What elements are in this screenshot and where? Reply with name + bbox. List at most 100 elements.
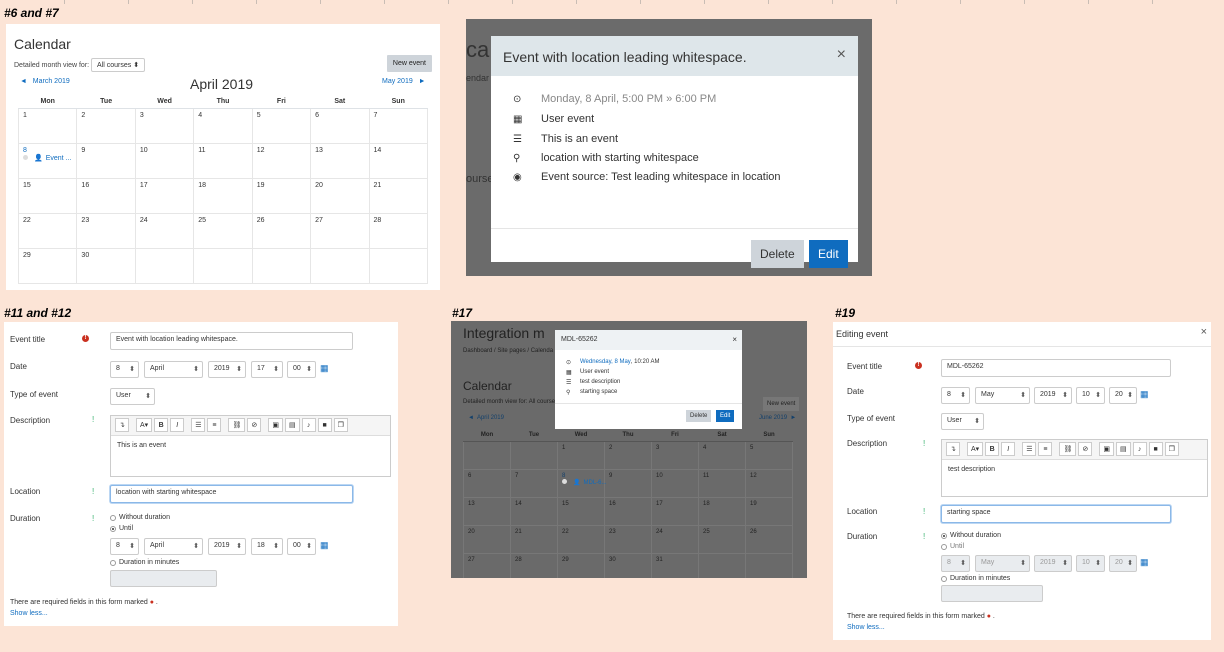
show-less-link[interactable]: Show less...	[847, 624, 885, 631]
until-radio[interactable]: Until	[110, 525, 133, 532]
calendar-day-cell[interactable]	[310, 247, 370, 284]
description-editor[interactable]: ↴ A▾ B I ☰ ≡ ⛓ ⊘ ▣ ▤ ♪ ■ ❐ This is an ev…	[110, 415, 391, 477]
minute-select[interactable]: 20	[1109, 387, 1137, 404]
copy-icon[interactable]: ❐	[333, 418, 348, 432]
calendar-day-cell[interactable]: 27	[310, 212, 370, 249]
calendar-day-cell[interactable]: 9	[76, 142, 136, 179]
calendar-day-cell[interactable]: 1	[557, 440, 605, 470]
calendar-day-cell[interactable]: 30	[76, 247, 136, 284]
month-select[interactable]: April	[144, 361, 203, 378]
edit-button[interactable]: Edit	[716, 410, 735, 422]
calendar-day-cell[interactable]	[368, 247, 429, 284]
bullet-list-icon[interactable]: ☰	[1022, 442, 1037, 456]
bold-icon[interactable]: B	[154, 418, 169, 432]
calendar-day-cell[interactable]: 11	[193, 142, 253, 179]
duration-minutes-radio[interactable]: Duration in minutes	[941, 575, 1010, 582]
until-minute-select[interactable]: 20	[1109, 555, 1137, 572]
course-select[interactable]: All courses	[529, 399, 558, 405]
calendar-day-cell[interactable]: 6	[463, 468, 511, 498]
until-radio[interactable]: Until	[941, 543, 964, 550]
calendar-day-cell[interactable]: 20	[310, 177, 370, 214]
calendar-day-cell[interactable]: 8 👤 Event ...	[17, 142, 78, 179]
prev-month-link[interactable]: ◄ April 2019	[468, 415, 504, 421]
calendar-day-cell[interactable]: 26	[251, 212, 312, 249]
until-year-select[interactable]: 2019	[1034, 555, 1072, 572]
help-icon[interactable]: !	[92, 415, 94, 424]
calendar-day-cell[interactable]: 15	[17, 177, 78, 214]
collapse-icon[interactable]: ↴	[946, 442, 960, 456]
event-date-link[interactable]: Wednesday, 8 May	[580, 359, 631, 366]
video-icon[interactable]: ■	[317, 418, 332, 432]
year-select[interactable]: 2019	[1034, 387, 1072, 404]
calendar-day-cell[interactable]: 21	[368, 177, 429, 214]
calendar-day-cell[interactable]	[745, 552, 793, 578]
location-input[interactable]: location with starting whitespace	[110, 485, 353, 503]
type-select[interactable]: User	[110, 388, 155, 405]
calendar-day-cell[interactable]: 23	[604, 524, 652, 554]
calendar-day-cell[interactable]: 26	[745, 524, 793, 554]
close-icon[interactable]: ×	[1201, 326, 1207, 338]
calendar-day-cell[interactable]: 30	[604, 552, 652, 578]
show-less-link[interactable]: Show less...	[10, 610, 48, 617]
calendar-day-cell[interactable]: 12	[251, 142, 312, 179]
font-style-icon[interactable]: A▾	[967, 442, 984, 456]
new-event-button[interactable]: New event	[386, 55, 432, 72]
calendar-day-cell[interactable]: 9	[604, 468, 652, 498]
calendar-day-cell[interactable]: 18	[698, 496, 746, 526]
calendar-day-cell[interactable]: 16	[76, 177, 136, 214]
calendar-day-cell[interactable]: 7	[368, 107, 429, 144]
calendar-day-cell[interactable]: 5	[251, 107, 312, 144]
unlink-icon[interactable]: ⊘	[1078, 442, 1093, 456]
calendar-day-cell[interactable]: 20	[463, 524, 511, 554]
calendar-day-cell[interactable]: 17	[651, 496, 699, 526]
hour-select[interactable]: 10	[1076, 387, 1105, 404]
calendar-day-cell[interactable]: 28	[510, 552, 558, 578]
video-icon[interactable]: ■	[1148, 442, 1163, 456]
calendar-day-cell[interactable]: 3	[134, 107, 195, 144]
calendar-day-cell[interactable]: 11	[698, 468, 746, 498]
next-month-link[interactable]: May 2019 ►	[382, 78, 426, 85]
duration-minutes-input[interactable]	[110, 570, 217, 587]
calendar-day-cell[interactable]: 18	[193, 177, 253, 214]
until-day-select[interactable]: 8	[110, 538, 139, 555]
calendar-day-cell[interactable]: 15	[557, 496, 605, 526]
calendar-icon[interactable]: ▦	[1140, 389, 1149, 400]
calendar-day-cell[interactable]: 13	[463, 496, 511, 526]
close-icon[interactable]: ×	[732, 335, 737, 344]
prev-month-link[interactable]: ◄ March 2019	[20, 78, 70, 85]
unlink-icon[interactable]: ⊘	[247, 418, 262, 432]
calendar-day-cell[interactable]: 1	[17, 107, 78, 144]
calendar-day-cell[interactable]: 25	[698, 524, 746, 554]
event-title-input[interactable]: Event with location leading whitespace.	[110, 332, 353, 350]
until-month-select[interactable]: May	[975, 555, 1030, 572]
next-month-link[interactable]: June 2019 ►	[759, 415, 796, 421]
bullet-list-icon[interactable]: ☰	[191, 418, 206, 432]
edit-button[interactable]: Edit	[809, 240, 848, 268]
calendar-day-cell[interactable]: 14	[368, 142, 429, 179]
new-event-button[interactable]: New event	[763, 397, 800, 411]
calendar-day-cell[interactable]: 3	[651, 440, 699, 470]
until-hour-select[interactable]: 18	[251, 538, 283, 555]
calendar-event[interactable]: 👤 Event ...	[23, 154, 72, 162]
calendar-day-cell[interactable]: 10	[134, 142, 195, 179]
year-select[interactable]: 2019	[208, 361, 246, 378]
calendar-day-cell[interactable]: 25	[193, 212, 253, 249]
italic-icon[interactable]: I	[170, 418, 185, 432]
calendar-day-cell[interactable]: 28	[368, 212, 429, 249]
calendar-day-cell[interactable]: 13	[310, 142, 370, 179]
until-year-select[interactable]: 2019	[208, 538, 246, 555]
image-icon[interactable]: ▣	[268, 418, 283, 432]
delete-button[interactable]: Delete	[686, 410, 712, 422]
collapse-icon[interactable]: ↴	[115, 418, 129, 432]
calendar-day-cell[interactable]: 5	[745, 440, 793, 470]
location-input[interactable]: starting space	[941, 505, 1171, 523]
calendar-day-cell[interactable]: 24	[651, 524, 699, 554]
type-select[interactable]: User	[941, 413, 984, 430]
hour-select[interactable]: 17	[251, 361, 283, 378]
duration-minutes-radio[interactable]: Duration in minutes	[110, 559, 179, 566]
calendar-day-cell[interactable]: 22	[557, 524, 605, 554]
calendar-day-cell[interactable]: 31	[651, 552, 699, 578]
calendar-event[interactable]: 👤 MDL-6...	[562, 478, 607, 486]
delete-button[interactable]: Delete	[751, 240, 804, 268]
until-month-select[interactable]: April	[144, 538, 203, 555]
